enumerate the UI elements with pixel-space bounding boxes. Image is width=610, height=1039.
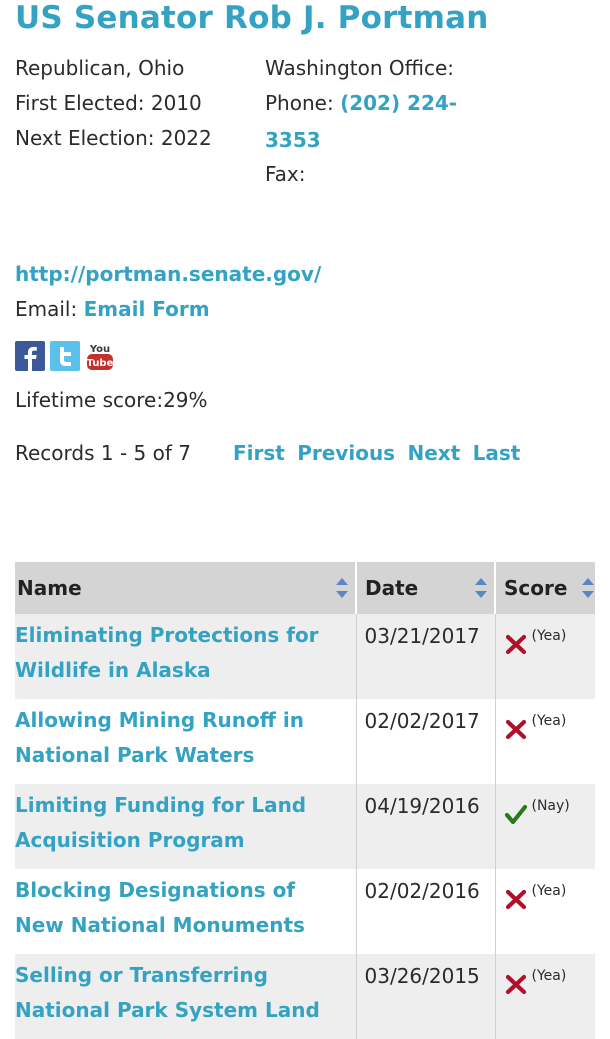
page-title: US Senator Rob J. Portman [15,0,489,36]
vote-title-link[interactable]: Limiting Funding for Land Acquisition Pr… [15,788,356,858]
pagination: First Previous Next Last [233,441,526,465]
x-mark-icon [505,974,526,995]
vote-cast: (Yea) [531,713,567,729]
office-heading: Washington Office: [265,56,455,80]
table-row: Eliminating Protections for Wildlife in … [15,614,595,699]
vote-score-cell: (Yea) [495,954,595,1039]
vote-date: 02/02/2016 [356,869,496,954]
table-header-row: Name Date Score [15,562,595,614]
next-election: Next Election: 2022 [15,126,212,150]
column-header-date[interactable]: Date [356,562,496,614]
first-elected: First Elected: 2010 [15,91,202,115]
vote-title-link[interactable]: Eliminating Protections for Wildlife in … [15,618,356,688]
check-mark-icon [504,804,527,825]
column-header-name-label: Name [17,576,82,600]
email-form-link[interactable]: Email Form [84,297,210,321]
website-link[interactable]: http://portman.senate.gov/ [15,262,321,286]
vote-title-link[interactable]: Allowing Mining Runoff in National Park … [15,703,356,773]
pager-next[interactable]: Next [407,441,460,465]
x-mark-icon [505,889,526,910]
svg-text:You: You [89,344,110,355]
x-mark-icon [505,634,526,655]
vote-date: 03/21/2017 [356,614,496,699]
votes-table: Name Date Score Eliminating Protections … [15,562,595,1039]
vote-score-cell: (Nay) [495,784,595,869]
website-row: http://portman.senate.gov/ [15,262,321,286]
vote-cast: (Yea) [531,628,567,644]
vote-title-link[interactable]: Selling or Transferring National Park Sy… [15,958,356,1028]
fax-label: Fax: [265,162,306,186]
vote-score-cell: (Yea) [495,699,595,784]
phone-continuation: 3353 [265,128,321,152]
vote-cast: (Yea) [531,968,567,984]
phone-label: Phone: [265,91,341,115]
vote-cast: (Yea) [531,883,567,899]
vote-title-link[interactable]: Blocking Designations of New National Mo… [15,873,356,943]
column-header-score[interactable]: Score [495,562,595,614]
phone-link[interactable]: (202) 224- [340,91,457,115]
vote-name-cell: Allowing Mining Runoff in National Park … [15,699,357,784]
vote-name-cell: Eliminating Protections for Wildlife in … [15,614,357,699]
sort-arrows-icon[interactable] [474,574,488,602]
svg-text:Tube: Tube [87,358,114,369]
table-row: Selling or Transferring National Park Sy… [15,954,595,1039]
vote-date: 02/02/2017 [356,699,496,784]
vote-date: 03/26/2015 [356,954,496,1039]
column-header-score-label: Score [504,576,568,600]
party-state: Republican, Ohio [15,56,185,80]
pager-first[interactable]: First [233,441,285,465]
social-links: You Tube [15,341,115,371]
vote-name-cell: Blocking Designations of New National Mo… [15,869,357,954]
records-count: Records 1 - 5 of 7 [15,441,191,465]
phone-link-continued[interactable]: 3353 [265,128,321,152]
email-label: Email: [15,297,84,321]
column-header-name[interactable]: Name [15,562,357,614]
vote-cast: (Nay) [531,798,570,814]
page: { "senator": { "title": "US Senator Rob … [0,0,610,1039]
phone-line: Phone: (202) 224- [265,91,457,115]
lifetime-score: Lifetime score:29% [15,388,208,412]
email-row: Email: Email Form [15,297,210,321]
pager-last[interactable]: Last [473,441,521,465]
vote-score-cell: (Yea) [495,614,595,699]
pager-previous[interactable]: Previous [297,441,395,465]
x-mark-icon [505,719,526,740]
vote-score-cell: (Yea) [495,869,595,954]
vote-name-cell: Limiting Funding for Land Acquisition Pr… [15,784,357,869]
vote-date: 04/19/2016 [356,784,496,869]
sort-arrows-icon[interactable] [581,574,595,602]
twitter-icon[interactable] [50,341,80,371]
table-row: Blocking Designations of New National Mo… [15,869,595,954]
facebook-icon[interactable] [15,341,45,371]
sort-arrows-icon[interactable] [335,574,349,602]
table-row: Limiting Funding for Land Acquisition Pr… [15,784,595,869]
youtube-icon[interactable]: You Tube [85,341,115,371]
vote-name-cell: Selling or Transferring National Park Sy… [15,954,357,1039]
table-row: Allowing Mining Runoff in National Park … [15,699,595,784]
column-header-date-label: Date [365,576,419,600]
